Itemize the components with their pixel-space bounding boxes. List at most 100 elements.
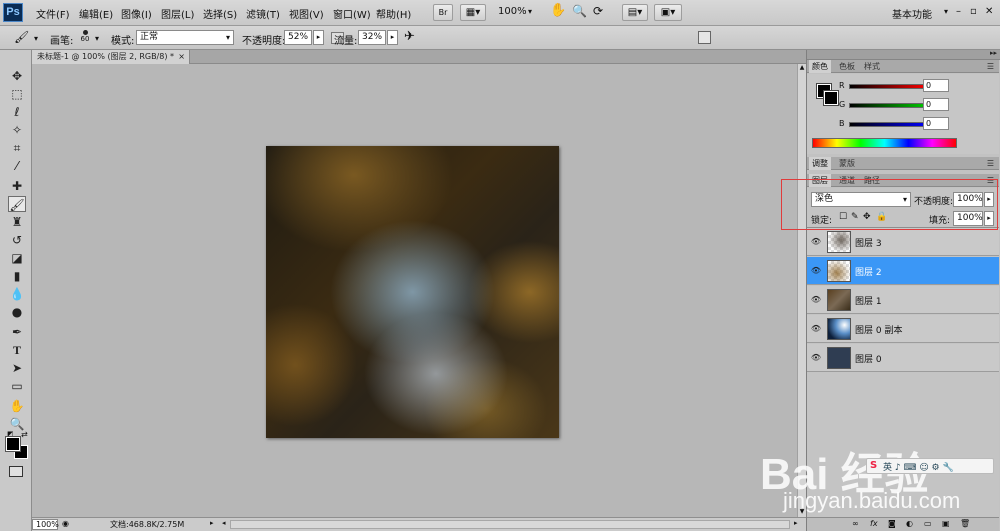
workspace-switcher[interactable]: 基本功能 xyxy=(892,6,932,21)
layer-style-icon[interactable]: fx xyxy=(870,519,878,528)
tab-adjustments[interactable]: 调整 xyxy=(809,157,831,170)
link-layers-icon[interactable]: ∞ xyxy=(852,519,859,528)
document-canvas-image[interactable] xyxy=(266,146,559,438)
g-value-input[interactable]: 0 xyxy=(923,98,949,111)
swap-colors-icon[interactable]: ⇄ xyxy=(21,430,29,439)
menu-select[interactable]: 选择(S) xyxy=(203,6,237,21)
menu-filter[interactable]: 滤镜(T) xyxy=(246,6,280,21)
minimize-button[interactable]: – xyxy=(956,6,961,17)
layer-row-0[interactable]: 👁 图层 0 xyxy=(807,344,999,372)
delete-layer-icon[interactable]: 🗑 xyxy=(960,519,970,528)
eyedropper-tool-icon[interactable]: ⁄ xyxy=(8,158,26,174)
collapse-panels-icon[interactable]: ▸▸ xyxy=(990,49,997,57)
panel-dock-header[interactable]: ▸▸ xyxy=(807,49,1000,60)
menu-image[interactable]: 图像(I) xyxy=(121,6,152,21)
r-value-input[interactable]: 0 xyxy=(923,79,949,92)
color-ramp[interactable] xyxy=(812,138,957,148)
scroll-right-icon[interactable]: ▸ xyxy=(794,519,798,527)
g-slider[interactable] xyxy=(849,103,929,108)
move-tool-icon[interactable]: ✥ xyxy=(8,68,26,84)
b-value-input[interactable]: 0 xyxy=(923,117,949,130)
r-slider[interactable] xyxy=(849,84,929,89)
panel-menu-icon[interactable]: ☰ xyxy=(984,157,997,170)
new-layer-icon[interactable]: ▣ xyxy=(942,519,950,528)
gradient-tool-icon[interactable]: ▮ xyxy=(8,268,26,284)
chevron-down-icon[interactable]: ▾ xyxy=(528,7,532,16)
background-color-swatch[interactable] xyxy=(823,90,839,106)
healing-brush-tool-icon[interactable]: ✚ xyxy=(8,178,26,194)
blur-tool-icon[interactable]: 💧 xyxy=(8,286,26,302)
panel-menu-icon[interactable]: ☰ xyxy=(984,60,997,73)
layer-row-3[interactable]: 👁 图层 3 xyxy=(807,228,999,256)
path-selection-tool-icon[interactable]: ➤ xyxy=(8,360,26,376)
flow-input[interactable]: 32% xyxy=(358,30,386,45)
chevron-down-icon[interactable]: ▾ xyxy=(95,34,99,43)
arrange-documents-button[interactable]: ▤▾ xyxy=(622,4,648,21)
tab-styles[interactable]: 样式 xyxy=(861,60,883,73)
new-group-icon[interactable]: ▭ xyxy=(924,519,932,528)
brush-picker[interactable]: 60 xyxy=(78,28,92,48)
blend-mode-select[interactable]: 正常 ▾ xyxy=(136,30,234,45)
hand-tool-icon[interactable]: ✋ xyxy=(550,3,566,18)
tab-swatches[interactable]: 色板 xyxy=(836,60,858,73)
clone-stamp-tool-icon[interactable]: ♜ xyxy=(8,214,26,230)
menu-window[interactable]: 窗口(W) xyxy=(333,6,371,21)
horizontal-scrollbar[interactable] xyxy=(230,520,790,529)
close-icon[interactable]: × xyxy=(178,50,185,63)
hand-tool-icon[interactable]: ✋ xyxy=(8,398,26,414)
eye-icon[interactable]: 👁 xyxy=(810,237,822,247)
menu-help[interactable]: 帮助(H) xyxy=(376,6,411,21)
bridge-button[interactable]: Br xyxy=(433,4,453,21)
eye-icon[interactable]: 👁 xyxy=(810,295,822,305)
dodge-tool-icon[interactable]: ● xyxy=(8,304,26,320)
shape-tool-icon[interactable]: ▭ xyxy=(8,378,26,394)
menu-edit[interactable]: 编辑(E) xyxy=(79,6,113,21)
marquee-tool-icon[interactable]: ⬚ xyxy=(8,86,26,102)
layer-row-1[interactable]: 👁 图层 1 xyxy=(807,286,999,314)
airbrush-icon[interactable]: ✈ xyxy=(404,29,415,44)
rotate-view-icon[interactable]: ⟳ xyxy=(593,4,603,18)
opacity-slider-toggle[interactable]: ▸ xyxy=(313,30,324,45)
document-tab[interactable]: 未标题-1 @ 100% (图层 2, RGB/8) * × xyxy=(32,50,190,64)
chevron-down-icon[interactable]: ▾ xyxy=(944,7,948,16)
menu-view[interactable]: 视图(V) xyxy=(289,6,324,21)
brush-panel-toggle-icon[interactable] xyxy=(698,31,711,44)
scroll-left-icon[interactable]: ◂ xyxy=(222,519,226,527)
lasso-tool-icon[interactable]: ℓ xyxy=(8,104,26,120)
eye-icon[interactable]: 👁 xyxy=(810,324,822,334)
layer-row-2[interactable]: 👁 图层 2 xyxy=(807,257,999,285)
zoom-input[interactable]: 100% xyxy=(32,519,59,530)
history-brush-tool-icon[interactable]: ↺ xyxy=(8,232,26,248)
pen-tool-icon[interactable]: ✒ xyxy=(8,324,26,340)
status-info-icon[interactable]: ◉ xyxy=(62,519,69,528)
foreground-color-swatch[interactable] xyxy=(5,436,21,452)
eye-icon[interactable]: 👁 xyxy=(810,266,822,276)
chevron-down-icon[interactable]: ▾ xyxy=(34,34,38,43)
eraser-tool-icon[interactable]: ◪ xyxy=(8,250,26,266)
type-tool-icon[interactable]: T xyxy=(8,342,26,358)
tab-masks[interactable]: 蒙版 xyxy=(836,157,858,170)
layer-row-0-copy[interactable]: 👁 图层 0 副本 xyxy=(807,315,999,343)
flow-slider-toggle[interactable]: ▸ xyxy=(387,30,398,45)
brush-tool-preset-icon[interactable]: 🖌 xyxy=(14,30,29,44)
ime-toolbar[interactable]: S 英 ♪ ⌨ ☺ ⚙ 🔧 xyxy=(866,458,994,474)
crop-tool-icon[interactable]: ⌗ xyxy=(8,140,26,156)
magic-wand-tool-icon[interactable]: ✧ xyxy=(8,122,26,138)
menu-file[interactable]: 文件(F) xyxy=(36,6,70,21)
scroll-up-icon[interactable]: ▲ xyxy=(798,64,806,73)
zoom-level-menu[interactable]: 100% xyxy=(498,6,527,17)
quick-mask-icon[interactable] xyxy=(9,466,23,477)
menu-layer[interactable]: 图层(L) xyxy=(161,6,194,21)
eye-icon[interactable]: 👁 xyxy=(810,353,822,363)
status-menu-icon[interactable]: ▸ xyxy=(210,519,214,527)
view-extras-button[interactable]: ▦▾ xyxy=(460,4,486,21)
brush-tool-icon[interactable]: 🖌 xyxy=(8,196,26,212)
opacity-input[interactable]: 52% xyxy=(284,30,312,45)
restore-button[interactable]: ▫ xyxy=(970,6,977,17)
tab-color[interactable]: 颜色 xyxy=(809,60,831,73)
zoom-tool-icon[interactable]: 🔍 xyxy=(572,4,587,18)
screen-mode-button[interactable]: ▣▾ xyxy=(654,4,682,21)
b-slider[interactable] xyxy=(849,122,929,127)
close-button[interactable]: ✕ xyxy=(985,6,993,17)
add-mask-icon[interactable]: ◙ xyxy=(888,519,896,528)
